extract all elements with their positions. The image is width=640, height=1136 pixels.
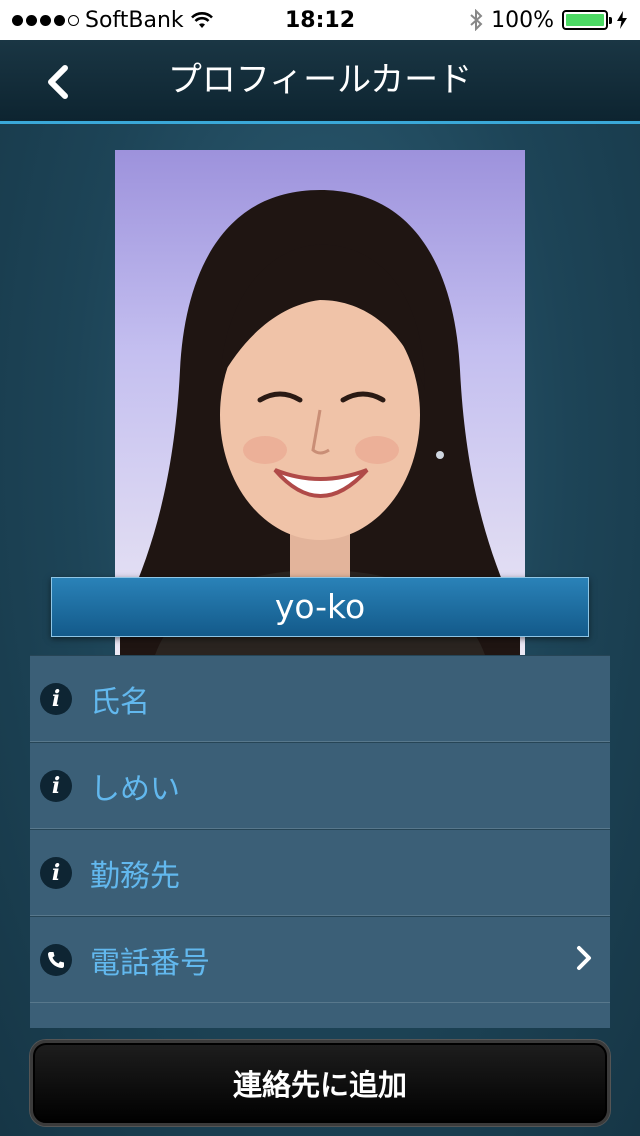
add-contact-button[interactable]: 連絡先に追加	[30, 1040, 610, 1126]
row-label: 氏名	[90, 684, 150, 720]
carrier-name: SoftBank	[85, 7, 184, 33]
info-list: i 氏名 i しめい i 勤務先 電話番号	[30, 655, 610, 1028]
battery-percent: 100%	[491, 7, 554, 33]
page-title: プロフィールカード	[167, 60, 473, 100]
bluetooth-icon	[470, 9, 483, 31]
back-button[interactable]	[30, 54, 86, 110]
status-bar: SoftBank 18:12 100%	[0, 0, 640, 40]
charging-icon	[617, 11, 627, 29]
row-name-reading: i しめい	[30, 742, 610, 829]
row-label: 電話番号	[90, 945, 210, 981]
chevron-right-icon	[577, 946, 591, 970]
info-icon: i	[40, 769, 72, 802]
battery-icon	[562, 10, 612, 30]
row-name: i 氏名	[30, 655, 610, 742]
nav-bar: プロフィールカード	[0, 40, 640, 124]
info-icon: i	[40, 856, 72, 889]
row-label: 勤務先	[90, 858, 180, 894]
chevron-left-icon	[48, 65, 68, 99]
row-label: しめい	[90, 771, 180, 807]
phone-icon	[40, 943, 72, 976]
profile-name: yo-ko	[51, 577, 589, 637]
status-left: SoftBank	[12, 8, 469, 33]
status-right: 100%	[469, 8, 628, 33]
signal-strength-icon	[12, 14, 79, 26]
wifi-icon	[190, 12, 213, 28]
row-phone[interactable]: 電話番号	[30, 916, 610, 1003]
info-icon: i	[40, 682, 72, 715]
row-workplace: i 勤務先	[30, 829, 610, 916]
